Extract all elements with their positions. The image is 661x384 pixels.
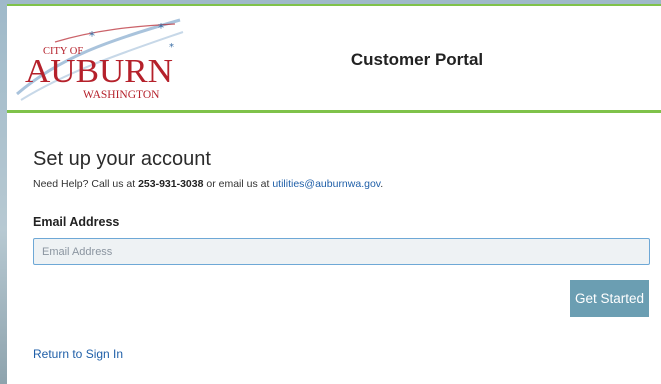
setup-heading: Set up your account <box>33 148 211 170</box>
help-suffix: . <box>380 178 384 190</box>
svg-text:*: * <box>89 29 95 43</box>
setup-form: Set up your account Need Help? Call us a… <box>7 116 661 384</box>
help-text: Need Help? Call us at 253-931-3038 or em… <box>33 178 383 190</box>
help-email-link[interactable]: utilities@auburnwa.gov <box>272 178 380 190</box>
page-title: Customer Portal <box>350 49 484 69</box>
return-to-sign-in-link[interactable]: Return to Sign In <box>33 347 123 361</box>
portal-window: * * * CITY OF AUBURN WASHINGTON Customer… <box>7 4 661 384</box>
help-prefix: Need Help? Call us at <box>33 178 139 190</box>
logo-auburn: AUBURN <box>25 53 173 90</box>
city-logo[interactable]: * * * CITY OF AUBURN WASHINGTON <box>15 12 185 102</box>
help-middle: or email us at <box>203 178 273 190</box>
svg-text:*: * <box>158 21 164 35</box>
get-started-button[interactable]: Get Started <box>570 280 649 317</box>
svg-text:*: * <box>169 42 174 53</box>
email-label: Email Address <box>33 215 120 229</box>
auburn-logo-graphic: * * * CITY OF AUBURN WASHINGTON <box>16 18 184 101</box>
help-phone[interactable]: 253-931-3038 <box>138 178 203 190</box>
header: * * * CITY OF AUBURN WASHINGTON Customer… <box>7 6 661 113</box>
email-field[interactable] <box>33 238 650 265</box>
logo-washington: WASHINGTON <box>83 89 160 101</box>
